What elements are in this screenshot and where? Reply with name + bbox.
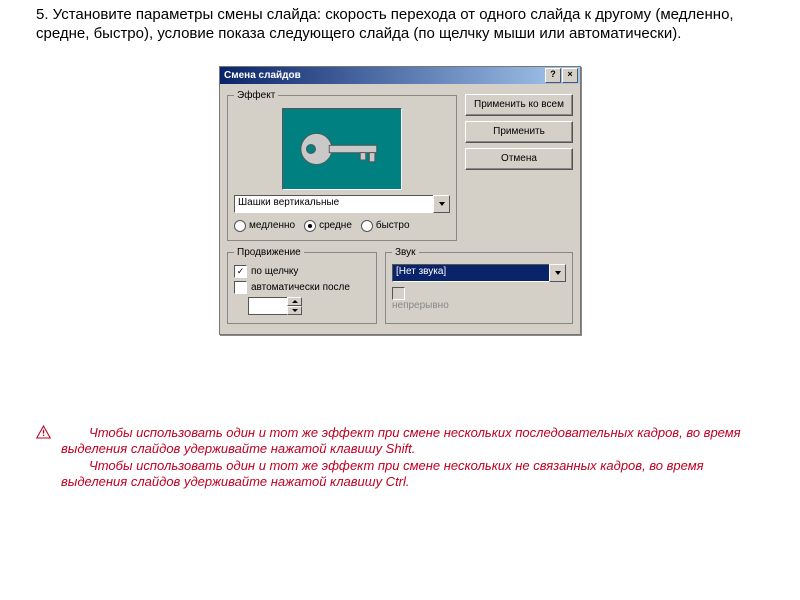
radio-medium-label: средне — [319, 220, 352, 231]
spinner-down[interactable] — [287, 306, 302, 315]
apply-button[interactable]: Применить — [465, 121, 573, 143]
effect-legend: Эффект — [234, 90, 278, 101]
effect-dropdown-value: Шашки вертикальные — [234, 195, 433, 213]
warning-icon — [36, 425, 51, 439]
help-button[interactable]: ? — [545, 68, 561, 83]
radio-medium[interactable]: средне — [304, 220, 352, 232]
radio-slow-label: медленно — [249, 220, 295, 231]
sound-legend: Звук — [392, 247, 419, 258]
radio-fast-label: быстро — [376, 220, 410, 231]
titlebar: Смена слайдов ? × — [220, 67, 580, 84]
speed-radios: медленно средне быстро — [234, 220, 450, 232]
delay-spinner[interactable] — [248, 297, 302, 315]
slide-transition-dialog: Смена слайдов ? × Эффект — [219, 66, 581, 335]
delay-value[interactable] — [248, 297, 287, 315]
task-instruction: 5. Установите параметры смены слайда: ск… — [36, 6, 764, 44]
chevron-down-icon — [292, 309, 298, 312]
radio-icon — [234, 220, 246, 232]
chevron-up-icon — [292, 300, 298, 303]
loop-label: непрерывно — [392, 300, 449, 311]
checkbox-icon — [234, 281, 247, 294]
chevron-down-icon — [439, 202, 445, 206]
radio-slow[interactable]: медленно — [234, 220, 295, 232]
auto-after-label: автоматически после — [251, 282, 350, 293]
warning-note: Чтобы использовать один и тот же эффект … — [36, 425, 764, 492]
dialog-title: Смена слайдов — [224, 70, 545, 81]
check-on-click[interactable]: ✓ по щелчку — [234, 265, 370, 278]
sound-dropdown[interactable]: [Нет звука] — [392, 264, 566, 282]
checkbox-icon — [392, 287, 405, 300]
advance-group: Продвижение ✓ по щелчку автоматически по… — [227, 247, 377, 324]
sound-dropdown-value: [Нет звука] — [392, 264, 549, 282]
close-button[interactable]: × — [562, 68, 578, 83]
effect-group: Эффект Шашки вертикальные — [227, 90, 457, 241]
check-loop: непрерывно — [392, 287, 566, 311]
radio-icon — [361, 220, 373, 232]
advance-legend: Продвижение — [234, 247, 304, 258]
sound-group: Звук [Нет звука] непрерывно — [385, 247, 573, 324]
radio-fast[interactable]: быстро — [361, 220, 410, 232]
apply-all-button[interactable]: Применить ко всем — [465, 94, 573, 116]
cancel-button[interactable]: Отмена — [465, 148, 573, 170]
key-icon — [296, 128, 388, 170]
note-paragraph-2: Чтобы использовать один и тот же эффект … — [61, 458, 764, 491]
dropdown-toggle[interactable] — [433, 195, 450, 213]
spinner-up[interactable] — [287, 297, 302, 306]
checkbox-icon: ✓ — [234, 265, 247, 278]
on-click-label: по щелчку — [251, 266, 298, 277]
radio-icon — [304, 220, 316, 232]
dialog-container: Смена слайдов ? × Эффект — [36, 66, 764, 335]
effect-preview — [282, 108, 402, 190]
check-auto-after[interactable]: автоматически после — [234, 281, 370, 294]
dialog-buttons: Применить ко всем Применить Отмена — [465, 94, 573, 170]
chevron-down-icon — [555, 271, 561, 275]
note-paragraph-1: Чтобы использовать один и тот же эффект … — [61, 425, 764, 458]
dropdown-toggle[interactable] — [549, 264, 566, 282]
effect-dropdown[interactable]: Шашки вертикальные — [234, 195, 450, 213]
